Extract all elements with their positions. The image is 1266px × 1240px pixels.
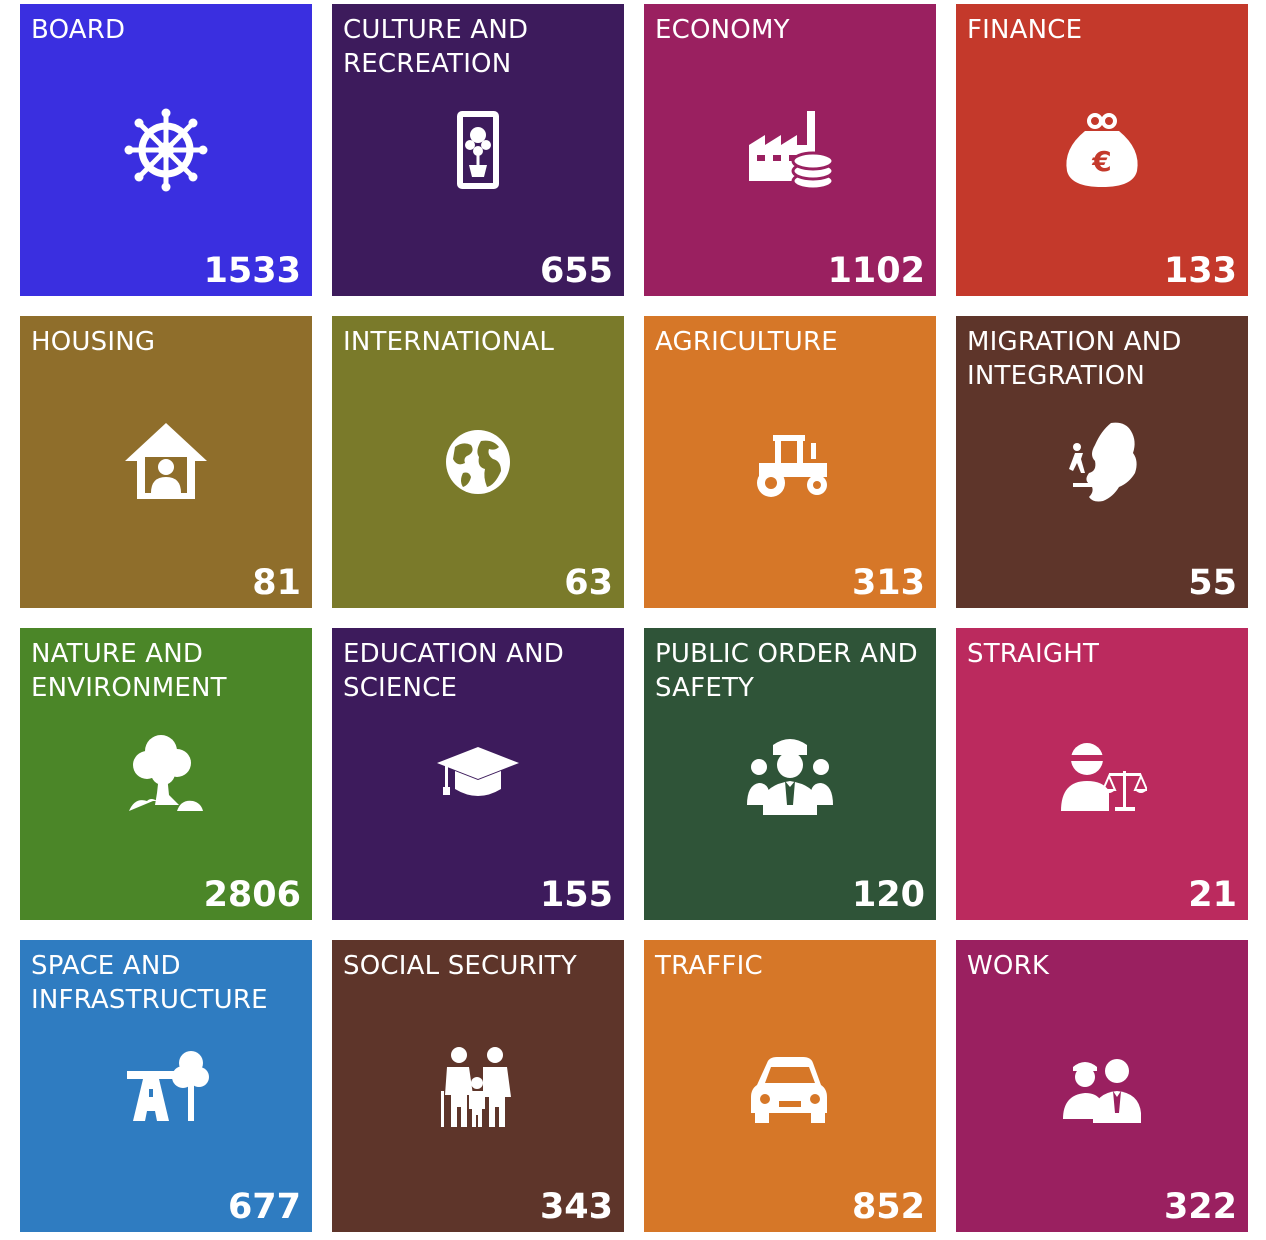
tile-title: SPACE AND INFRASTRUCTURE	[31, 951, 268, 1015]
tile-space-and-infrastructure[interactable]: SPACE AND INFRASTRUCTURE 677	[20, 940, 312, 1232]
tile-count: 155	[539, 875, 613, 915]
tile-count: 55	[1188, 563, 1237, 603]
euro-purse-icon: €	[1057, 105, 1147, 195]
tile-title: INTERNATIONAL	[343, 327, 555, 357]
tile-title: HOUSING	[31, 327, 156, 357]
tile-count: 677	[227, 1187, 301, 1227]
tile-title: NATURE AND ENVIRONMENT	[31, 639, 227, 703]
tile-title: WORK	[967, 951, 1050, 981]
tile-title: FINANCE	[967, 15, 1083, 45]
tile-count: 313	[851, 563, 925, 603]
tile-count: 81	[252, 563, 301, 603]
tile-agriculture[interactable]: AGRICULTURE 313	[644, 316, 936, 608]
framed-painting-icon	[433, 105, 523, 195]
tile-count: 322	[1163, 1187, 1237, 1227]
tile-public-order-and-safety[interactable]: PUBLIC ORDER AND SAFETY 120	[644, 628, 936, 920]
house-person-icon	[121, 417, 211, 507]
tile-education-and-science[interactable]: EDUCATION AND SCIENCE 155	[332, 628, 624, 920]
tile-title: EDUCATION AND SCIENCE	[343, 639, 564, 703]
tile-board[interactable]: BOARD 1533	[20, 4, 312, 296]
tile-title: AGRICULTURE	[655, 327, 838, 357]
tile-migration-and-integration[interactable]: MIGRATION AND INTEGRATION 55	[956, 316, 1248, 608]
tile-count: 655	[539, 251, 613, 291]
tile-housing[interactable]: HOUSING 81	[20, 316, 312, 608]
justice-scales-icon	[1057, 729, 1147, 819]
tile-straight[interactable]: STRAIGHT 21	[956, 628, 1248, 920]
svg-text:€: €	[1091, 145, 1111, 178]
tile-count: 1102	[827, 251, 925, 291]
tile-count: 2806	[203, 875, 301, 915]
tile-finance[interactable]: FINANCE € 133	[956, 4, 1248, 296]
topic-grid: BOARD 1533 CULTURE AND RECREATION 655 EC…	[20, 4, 1248, 1232]
tractor-icon	[745, 417, 835, 507]
tile-count: 343	[539, 1187, 613, 1227]
tile-count: 21	[1188, 875, 1237, 915]
tile-title: SOCIAL SECURITY	[343, 951, 577, 981]
tile-count: 63	[564, 563, 613, 603]
tree-icon	[121, 729, 211, 819]
tile-title: PUBLIC ORDER AND SAFETY	[655, 639, 918, 703]
tile-traffic[interactable]: TRAFFIC 852	[644, 940, 936, 1232]
tile-count: 852	[851, 1187, 925, 1227]
tile-title: TRAFFIC	[655, 951, 763, 981]
workers-icon	[1057, 1041, 1147, 1131]
tile-count: 120	[851, 875, 925, 915]
tile-culture-and-recreation[interactable]: CULTURE AND RECREATION 655	[332, 4, 624, 296]
tile-title: CULTURE AND RECREATION	[343, 15, 529, 79]
tile-count: 1533	[203, 251, 301, 291]
tile-international[interactable]: INTERNATIONAL 63	[332, 316, 624, 608]
tile-title: ECONOMY	[655, 15, 790, 45]
ship-wheel-icon	[121, 105, 211, 195]
graduation-cap-icon	[433, 729, 523, 819]
tile-nature-and-environment[interactable]: NATURE AND ENVIRONMENT 2806	[20, 628, 312, 920]
globe-icon	[433, 417, 523, 507]
tile-economy[interactable]: ECONOMY 1102	[644, 4, 936, 296]
police-officer-icon	[745, 729, 835, 819]
road-tree-icon	[121, 1041, 211, 1131]
car-icon	[745, 1041, 835, 1131]
tile-work[interactable]: WORK 322	[956, 940, 1248, 1232]
tile-title: STRAIGHT	[967, 639, 1100, 669]
tile-title: BOARD	[31, 15, 126, 45]
tile-title: MIGRATION AND INTEGRATION	[967, 327, 1182, 391]
factory-coins-icon	[745, 105, 835, 195]
tile-count: 133	[1163, 251, 1237, 291]
migration-map-icon	[1057, 417, 1147, 507]
family-icon	[433, 1041, 523, 1131]
tile-social-security[interactable]: SOCIAL SECURITY 343	[332, 940, 624, 1232]
